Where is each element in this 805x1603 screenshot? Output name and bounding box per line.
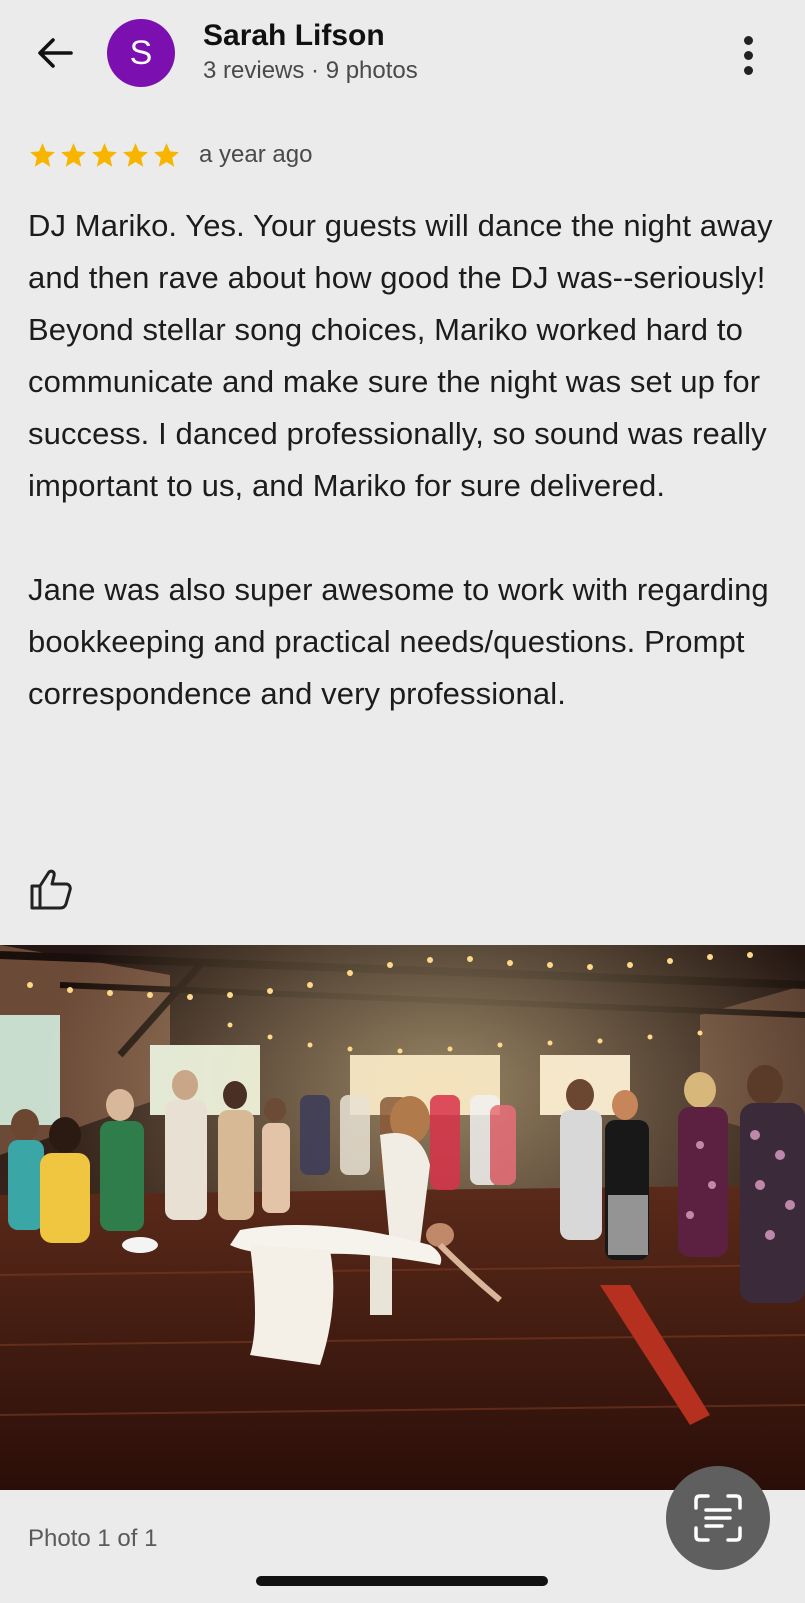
- more-vert-icon: [743, 35, 753, 45]
- review-photo[interactable]: [0, 945, 805, 1490]
- lens-icon: [694, 1494, 742, 1542]
- review-date: a year ago: [199, 141, 313, 168]
- photo-counter: Photo 1 of 1: [28, 1525, 158, 1552]
- avatar-letter: S: [129, 33, 153, 72]
- reviewer-name[interactable]: Sarah Lifson: [203, 19, 385, 53]
- thumbs-up-icon: [30, 869, 72, 910]
- home-indicator[interactable]: [256, 1576, 548, 1586]
- review-header: S Sarah Lifson 3 reviews · 9 photos: [0, 0, 805, 110]
- star-icon: [30, 142, 55, 167]
- star-rating: [28, 141, 181, 170]
- review-text: DJ Mariko. Yes. Your guests will dance t…: [28, 200, 788, 720]
- reviewer-stats: 3 reviews · 9 photos: [203, 57, 418, 84]
- review-paragraph: DJ Mariko. Yes. Your guests will dance t…: [28, 208, 773, 503]
- like-button[interactable]: [28, 866, 74, 912]
- back-button[interactable]: [30, 28, 80, 78]
- review-paragraph: Jane was also super awesome to work with…: [28, 572, 769, 711]
- rating-row: a year ago: [28, 138, 312, 172]
- back-arrow-icon: [38, 38, 73, 68]
- review-page: S Sarah Lifson 3 reviews · 9 photos a ye…: [0, 0, 805, 1603]
- more-options-button[interactable]: [728, 30, 768, 80]
- star-icon: [61, 142, 86, 167]
- wedding-dance-photo: [0, 945, 805, 1490]
- avatar[interactable]: S: [107, 19, 175, 87]
- star-icon: [154, 142, 179, 167]
- star-icon: [92, 142, 117, 167]
- lens-button[interactable]: [666, 1466, 770, 1570]
- star-icon: [123, 142, 148, 167]
